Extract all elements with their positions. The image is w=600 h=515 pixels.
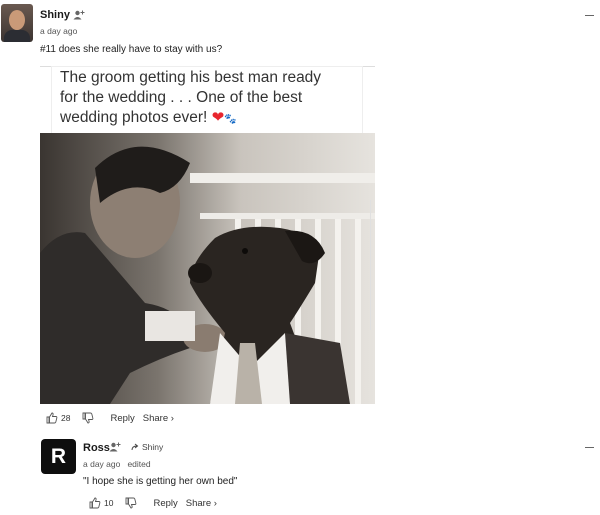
post-image[interactable]: The groom getting his best man ready for… [40,66,375,404]
comment-text: #11 does she really have to stay with us… [40,44,223,55]
reply-button[interactable]: Reply [110,413,134,424]
like-count: 28 [61,413,71,423]
follow-user-icon[interactable] [109,442,121,452]
thumbs-up-icon[interactable] [89,497,101,509]
avatar[interactable] [1,4,33,42]
reply-to-tag[interactable]: Shiny [131,442,163,452]
heart-icon: ❤ [211,109,225,126]
collapse-icon[interactable] [585,15,594,16]
comment-username[interactable]: Shiny [40,9,70,21]
like-count: 10 [104,498,114,508]
reply-text: "I hope she is getting her own bed" [83,476,238,487]
thumbs-up-icon[interactable] [46,412,58,424]
comment-timestamp: a day ago [40,26,78,36]
share-button[interactable]: Share › [186,498,217,509]
thumbs-down-icon[interactable] [82,412,94,424]
edited-label: edited [127,459,151,469]
reply-button[interactable]: Reply [153,498,177,509]
reply-timestamp: a day ago edited [83,459,151,469]
reply-actions: 10 Reply Share › [89,496,225,510]
reply-avatar[interactable]: R [41,439,76,474]
thumbs-down-icon[interactable] [125,497,137,509]
collapse-icon[interactable] [585,447,594,448]
image-caption: The groom getting his best man ready for… [60,69,322,126]
share-button[interactable]: Share › [143,413,174,424]
paw-icon: 🐾 [224,114,237,125]
caption-box: The groom getting his best man ready for… [40,66,375,134]
scroll-edge [370,200,376,330]
reply-username[interactable]: Ross [83,442,110,454]
comment-actions: 28 Reply Share › [46,411,182,425]
groom-dog-photo [40,133,375,404]
follow-user-icon[interactable] [73,10,85,20]
reply-arrow-icon [131,443,139,451]
